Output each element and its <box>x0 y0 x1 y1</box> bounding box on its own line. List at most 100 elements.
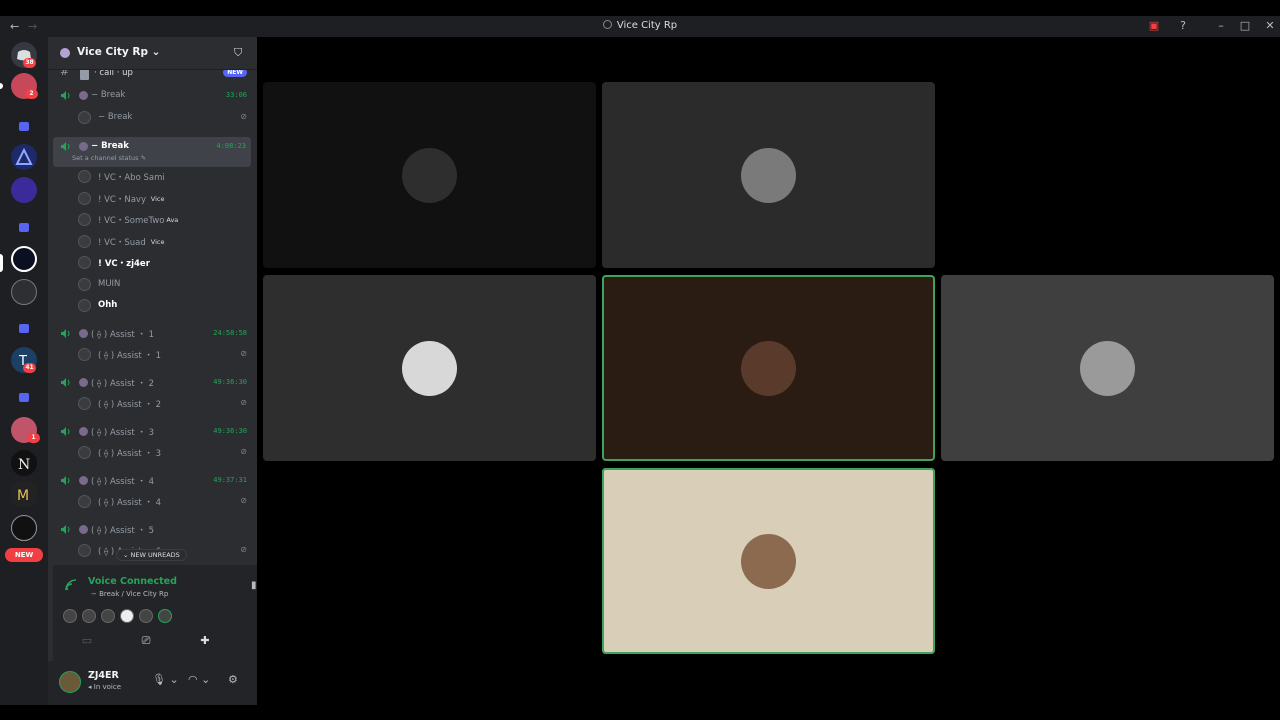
headphones-icon[interactable]: ◠ ⌄ <box>188 673 210 686</box>
channel-timer: 49:37:31 <box>213 475 247 484</box>
server-icon[interactable] <box>11 279 37 305</box>
member-avatar <box>78 397 91 410</box>
minimize-icon[interactable]: – <box>1213 18 1229 34</box>
voice-member[interactable]: ( ⟠ ) Assist ・ 2 ⊘ <box>48 394 257 414</box>
member-tag: Vice <box>147 237 165 247</box>
channel-name: − Break <box>91 141 129 151</box>
microphone-icon[interactable]: 🎙︎ ⌄ <box>152 673 179 686</box>
server-icon[interactable]: N <box>11 450 37 476</box>
voice-channel[interactable]: ( ⟠ ) Assist ・ 4 49:37:31 <box>48 471 257 491</box>
voice-connected-label: Voice Connected <box>88 576 177 587</box>
guild-header[interactable]: Vice City Rp ⌄ ⛉ <box>48 37 257 70</box>
new-servers-pill[interactable]: NEW <box>5 548 43 562</box>
participant-avatar[interactable] <box>120 609 134 623</box>
folder-icon[interactable] <box>19 223 29 232</box>
camera-off-button[interactable]: ▭ <box>63 628 111 654</box>
participant-tile[interactable] <box>941 82 1274 268</box>
participant-avatar[interactable] <box>158 609 172 623</box>
window-title: Vice City Rp <box>0 20 1280 31</box>
camera-off-icon: ⊘ <box>240 398 247 407</box>
voice-location[interactable]: − Break / Vice City Rp <box>91 590 168 598</box>
svg-text:N: N <box>18 457 30 473</box>
participant-avatar[interactable] <box>101 609 115 623</box>
member-name: ( ⟠ ) Assist ・ 4 <box>98 498 162 508</box>
participant-tile[interactable] <box>602 468 935 654</box>
channel-status[interactable]: Set a channel status ✎ <box>72 154 146 162</box>
folder-icon[interactable] <box>19 393 29 402</box>
speaker-icon <box>61 142 70 151</box>
voice-member[interactable]: Ohh <box>48 296 257 316</box>
server-icon[interactable] <box>11 515 37 541</box>
new-unreads-pill[interactable]: ⌄ NEW UNREADS <box>116 549 187 561</box>
username[interactable]: ZJ4ER <box>88 670 119 681</box>
voice-channel[interactable]: ( ⟠ ) Assist ・ 5 <box>48 520 257 540</box>
voice-member[interactable]: ! VC・Navy Vice <box>48 189 257 209</box>
discord-window: ← → Vice City Rp ▣ ? – □ ✕ 38 2 T 41 1 N… <box>0 0 1280 720</box>
participant-tile[interactable] <box>602 275 935 461</box>
member-avatar <box>78 348 91 361</box>
screen-share-button[interactable]: ⎚ <box>122 628 170 654</box>
participant-tile[interactable] <box>263 82 596 268</box>
server-icon[interactable]: M <box>11 481 37 507</box>
help-icon[interactable]: ? <box>1175 18 1191 34</box>
server-badge: 2 <box>25 89 38 99</box>
participant-avatar <box>1080 341 1135 396</box>
channel-name: · call · up <box>94 70 133 78</box>
member-avatar <box>78 234 91 248</box>
folder-icon[interactable] <box>19 324 29 333</box>
voice-member[interactable]: ( ⟠ ) Assist ・ 4 ⊘ <box>48 492 257 512</box>
voice-channel[interactable]: − Break 4:08:23 Set a channel status ✎ <box>53 137 251 167</box>
participant-avatar <box>741 341 796 396</box>
close-icon[interactable]: ✕ <box>1262 18 1278 34</box>
server-icon[interactable] <box>11 144 37 170</box>
channel-timer: 49:36:30 <box>213 426 247 435</box>
participant-tile[interactable] <box>941 275 1274 461</box>
folder-icon[interactable] <box>19 122 29 131</box>
server-rail: 38 2 T 41 1 N M NEW <box>0 37 48 705</box>
voice-member[interactable]: ! VC・SomeTwo Ava <box>48 210 257 230</box>
speaker-icon <box>61 426 70 436</box>
participant-tile[interactable] <box>263 275 596 461</box>
participant-avatar[interactable] <box>63 609 77 623</box>
participant-tile[interactable] <box>602 82 935 268</box>
server-icon[interactable] <box>11 177 37 203</box>
participant-avatar[interactable] <box>139 609 153 623</box>
voice-member[interactable]: ( ⟠ ) Assist ・ 3 ⊘ <box>48 443 257 463</box>
channel-timer: 49:36:30 <box>213 377 247 386</box>
member-name: ! VC・zj4er <box>98 259 150 269</box>
server-icon[interactable] <box>11 246 37 272</box>
voice-member[interactable]: MUIN <box>48 275 257 295</box>
participant-avatar[interactable] <box>82 609 96 623</box>
voice-member[interactable]: ( ⟠ ) Assist ・ 1 ⊘ <box>48 345 257 365</box>
channel-name: ( ⟠ ) Assist ・ 2 <box>91 378 155 389</box>
speaker-icon <box>61 91 70 100</box>
guild-icon <box>60 48 70 58</box>
user-avatar[interactable] <box>59 671 81 693</box>
text-channel[interactable]: # · call · up NEW <box>48 70 257 84</box>
call-stage <box>257 37 1280 705</box>
voice-member[interactable]: ! VC・Abo Sami <box>48 167 257 187</box>
server-badge: 41 <box>23 363 36 373</box>
voice-member[interactable]: − Break ⊘ <box>48 108 257 128</box>
voice-member[interactable]: ! VC・zj4er <box>48 253 257 273</box>
new-unreads-label: NEW UNREADS <box>130 551 180 559</box>
voice-channel[interactable]: − Break 33:06 <box>48 86 257 106</box>
channel-emoji-icon <box>79 377 88 387</box>
participant-avatar <box>741 148 796 203</box>
activities-button[interactable]: ✚ <box>181 628 229 654</box>
inbox-icon[interactable]: ▣ <box>1146 18 1162 34</box>
speaker-icon <box>61 475 70 485</box>
maximize-icon[interactable]: □ <box>1237 18 1253 34</box>
channel-emoji-icon <box>79 328 88 338</box>
signal-icon[interactable] <box>65 579 77 591</box>
settings-gear-icon[interactable]: ⚙ <box>228 673 238 686</box>
voice-channel[interactable]: ( ⟠ ) Assist ・ 2 49:36:30 <box>48 373 257 393</box>
voice-member[interactable]: ! VC・Suad Vice <box>48 232 257 252</box>
voice-channel[interactable]: ( ⟠ ) Assist ・ 3 49:36:30 <box>48 422 257 442</box>
voice-channel[interactable]: ( ⟠ ) Assist ・ 1 24:58:58 <box>48 324 257 344</box>
member-tag-text: Vice <box>150 194 165 203</box>
member-name: ! VC・Navy <box>98 194 146 205</box>
invite-icon[interactable]: ⛉ <box>234 46 242 60</box>
guild-name-text: Vice City Rp <box>77 46 148 58</box>
channel-timer: 4:08:23 <box>216 142 246 150</box>
